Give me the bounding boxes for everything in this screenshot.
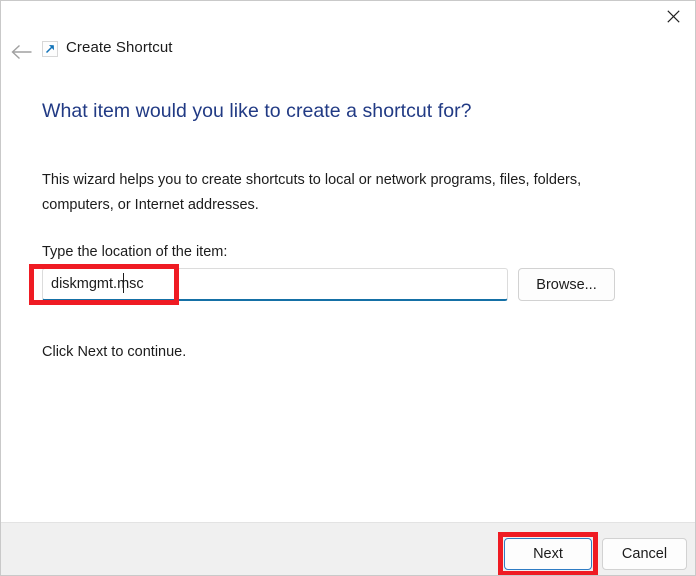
- next-hint-text: Click Next to continue.: [42, 344, 187, 360]
- close-button[interactable]: [651, 1, 695, 32]
- location-input-wrapper: [42, 268, 508, 301]
- next-button[interactable]: Next: [504, 538, 592, 570]
- back-button[interactable]: [6, 36, 38, 68]
- close-icon: [666, 10, 680, 23]
- page-heading: What item would you like to create a sho…: [42, 100, 472, 122]
- arrow-left-icon: [11, 44, 33, 60]
- location-field-label: Type the location of the item:: [42, 244, 228, 260]
- description-text: This wizard helps you to create shortcut…: [42, 172, 582, 213]
- browse-button[interactable]: Browse...: [518, 268, 615, 301]
- shortcut-arrow-icon: [42, 41, 58, 57]
- titlebar: [1, 1, 695, 33]
- cancel-button[interactable]: Cancel: [602, 538, 687, 570]
- create-shortcut-window: Create Shortcut What item would you like…: [0, 0, 696, 576]
- location-input[interactable]: [42, 268, 508, 301]
- text-caret: [123, 273, 124, 293]
- wizard-title: Create Shortcut: [66, 39, 173, 56]
